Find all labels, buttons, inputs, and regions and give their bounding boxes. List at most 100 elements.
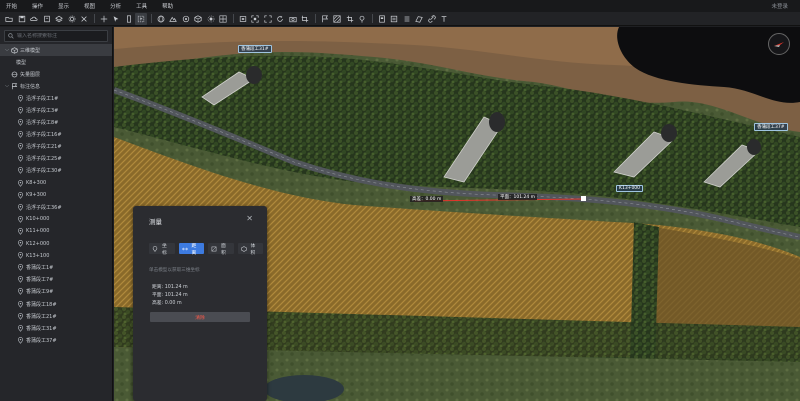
location-pin-icon <box>16 312 24 320</box>
tree-item-label: 沿浮子段工30# <box>26 168 62 175</box>
flag-icon[interactable] <box>319 13 331 25</box>
settings-icon[interactable] <box>41 13 53 25</box>
select-icon[interactable] <box>110 13 122 25</box>
grid-icon[interactable] <box>217 13 229 25</box>
close-icon[interactable] <box>78 13 90 25</box>
tree-item[interactable]: K11+000 <box>0 225 112 237</box>
tree-item[interactable]: 香蒲段工21# <box>0 310 112 322</box>
tree-item[interactable]: 矢量图层 <box>0 68 112 80</box>
search-box[interactable] <box>4 30 108 42</box>
tree-item[interactable]: K9+300 <box>0 189 112 201</box>
close-icon[interactable]: ✕ <box>246 214 253 223</box>
globe-icon[interactable] <box>155 13 167 25</box>
site-marker-label[interactable]: 香蒲段工37# <box>754 123 788 131</box>
layers-icon[interactable] <box>53 13 65 25</box>
tree-item[interactable]: K10+000 <box>0 213 112 225</box>
tab-measure[interactable]: 坐标 <box>149 243 175 256</box>
sun-icon[interactable] <box>205 13 217 25</box>
toolbar-separator <box>93 14 95 23</box>
tree-item[interactable]: 沿浮子段工3# <box>0 104 112 116</box>
tree-item[interactable]: 香蒲段工7# <box>0 274 112 286</box>
menu-item[interactable]: 工具 <box>130 2 156 10</box>
tree-item[interactable]: ⌵ 标注信息 <box>0 80 112 92</box>
tree-item[interactable]: 香蒲段工18# <box>0 298 112 310</box>
compass[interactable] <box>768 33 790 55</box>
site-marker-label[interactable]: 香蒲段工31# <box>238 45 272 53</box>
select-box-icon[interactable] <box>135 12 147 25</box>
transform-icon[interactable] <box>413 13 425 25</box>
menu-item[interactable]: 操作 <box>26 2 52 10</box>
tree-item-label: 香蒲段工1# <box>26 265 54 272</box>
crop-icon[interactable] <box>344 13 356 25</box>
location-pin-icon <box>16 215 24 223</box>
text-icon[interactable] <box>438 13 450 25</box>
book-icon[interactable] <box>376 13 388 25</box>
rotate-icon[interactable] <box>274 13 286 25</box>
location-pin-icon <box>16 179 24 187</box>
terrain-icon[interactable] <box>167 13 179 25</box>
target-icon[interactable] <box>180 13 192 25</box>
pattern-icon[interactable] <box>331 13 343 25</box>
menu-item[interactable]: 分析 <box>104 2 130 10</box>
plane-distance-label: 平面：101.24 m <box>498 194 538 200</box>
location-pin-icon <box>16 167 24 175</box>
tree-item-label: 香蒲段工37# <box>26 337 57 344</box>
cloud-icon[interactable] <box>28 13 40 25</box>
tree-item[interactable]: 香蒲段工31# <box>0 322 112 334</box>
location-pin-icon <box>16 227 24 235</box>
tree-item-label: 沿浮子段工25# <box>26 156 62 163</box>
station-marker-label[interactable]: K13+000 <box>616 185 644 192</box>
tab-measure[interactable]: 体积 <box>237 243 263 256</box>
menu-item[interactable]: 开始 <box>0 2 26 10</box>
menu-item[interactable]: 视图 <box>78 2 104 10</box>
folder-icon[interactable] <box>3 13 15 25</box>
location-pin-icon <box>16 203 24 211</box>
gear-icon[interactable] <box>66 13 78 25</box>
tree-item[interactable]: 香蒲段工1# <box>0 262 112 274</box>
tree-item-label: K13+100 <box>26 252 50 259</box>
list-icon[interactable] <box>401 13 413 25</box>
location-pin-icon <box>16 288 24 296</box>
move-icon[interactable] <box>98 13 110 25</box>
model-icon <box>10 46 18 54</box>
tab-measure[interactable]: 面积 <box>208 243 234 256</box>
ruler-icon[interactable] <box>123 13 135 25</box>
location-pin-icon <box>16 336 24 344</box>
camera-icon[interactable] <box>287 13 299 25</box>
menu-item[interactable]: 显示 <box>52 2 78 10</box>
tree-item[interactable]: 沿浮子段工30# <box>0 165 112 177</box>
tree-item[interactable]: 沿浮子段工8# <box>0 117 112 129</box>
tree-item-label: 香蒲段工21# <box>26 313 57 320</box>
archive-icon[interactable] <box>388 13 400 25</box>
pin-icon[interactable] <box>356 13 368 25</box>
tree-item[interactable]: K12+000 <box>0 238 112 250</box>
cube-icon[interactable] <box>192 13 204 25</box>
frame-icon[interactable] <box>237 13 249 25</box>
tree-item[interactable]: K13+100 <box>0 250 112 262</box>
location-pin-icon <box>16 240 24 248</box>
menu-item[interactable]: 帮助 <box>156 2 182 10</box>
clear-button[interactable]: 清除 <box>150 312 250 322</box>
tree-item[interactable]: 香蒲段工9# <box>0 286 112 298</box>
link-icon[interactable] <box>426 13 438 25</box>
tree-item[interactable]: 沿浮子段工21# <box>0 141 112 153</box>
tree-item[interactable]: 沿浮子段工16# <box>0 129 112 141</box>
tree-item[interactable]: 沿浮子段工1# <box>0 92 112 104</box>
tree-item-label: 沿浮子段工16# <box>26 132 62 139</box>
tree-item[interactable]: ⌵ 三维模型 <box>0 44 112 57</box>
login-status[interactable]: 未登录 <box>771 2 788 10</box>
search-input[interactable] <box>17 33 107 39</box>
tree-item-label: 模型 <box>16 59 27 66</box>
tab-measure[interactable]: 距离 <box>178 243 204 256</box>
tree-item[interactable]: 沿浮子段工36# <box>0 201 112 213</box>
tree-item[interactable]: 香蒲段工37# <box>0 334 112 346</box>
save-icon[interactable] <box>16 13 28 25</box>
fullscreen-icon[interactable] <box>262 13 274 25</box>
screenshot-icon[interactable] <box>299 13 311 25</box>
zoom-fit-icon[interactable] <box>249 13 261 25</box>
compass-needle-icon <box>774 42 784 47</box>
measure-panel: 测量 ✕ 坐标 距离 面积 体积 单击模型以获取三维坐标 距离: 101.24 m 平… <box>133 206 267 401</box>
tree-item[interactable]: 沿浮子段工25# <box>0 153 112 165</box>
tree-item[interactable]: 模型 <box>0 56 112 68</box>
tree-item[interactable]: K8+300 <box>0 177 112 189</box>
